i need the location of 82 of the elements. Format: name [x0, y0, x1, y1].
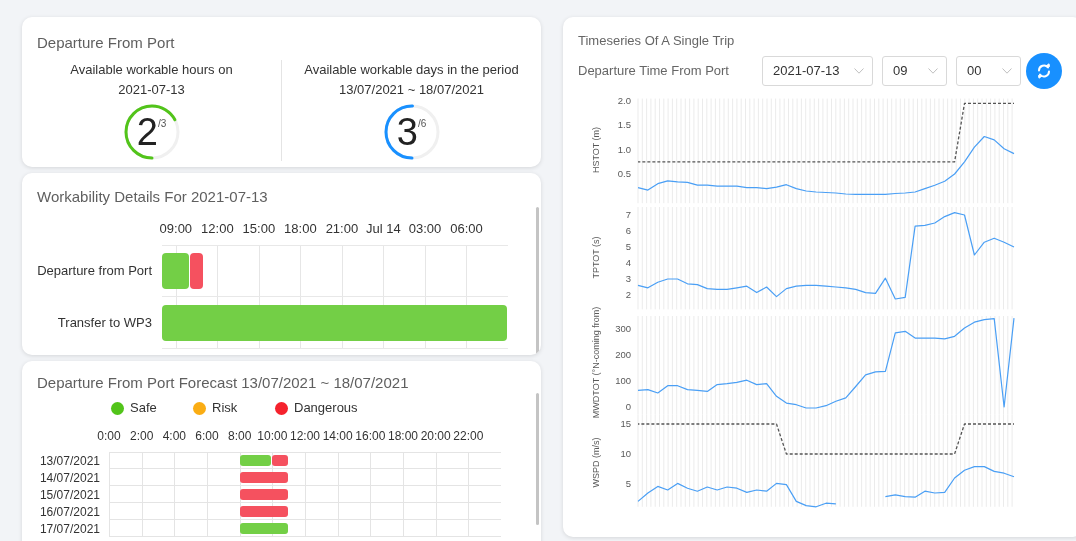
axis-tick-label: 10:00	[257, 428, 288, 444]
card-title: Workability Details For 2021-07-13	[36, 187, 269, 207]
axis-tick-label: 12:00	[201, 221, 234, 237]
axis-title: TPTOT (s)	[591, 236, 601, 279]
axis-tick-label: 7	[625, 209, 631, 220]
field-label: Departure Time From Port	[578, 62, 730, 81]
axis-tick-label: Jul 14	[366, 221, 401, 237]
axis-tick-label: 06:00	[450, 221, 483, 237]
axis-tick-label: 5	[625, 478, 631, 489]
stat-value: 3	[396, 113, 418, 151]
chevron-down-icon	[1002, 68, 1012, 74]
row-label: Departure from Port	[37, 262, 152, 281]
safe-bar	[162, 253, 189, 289]
axis-tick-label: 8:00	[228, 428, 252, 444]
scrollbar[interactable]	[536, 207, 539, 355]
axis-tick-label: 6:00	[195, 428, 219, 444]
refresh-icon	[1036, 63, 1052, 79]
stat-caption: Available workable days in the period	[304, 61, 519, 79]
danger-bar	[239, 472, 288, 483]
card-title: Departure From Port	[36, 33, 176, 53]
axis-tick-label: 1.5	[617, 119, 631, 131]
axis-tick-label: 3	[625, 273, 631, 284]
axis-tick-label: 2.0	[617, 95, 631, 106]
axis-tick-label: 18:00	[388, 428, 418, 444]
danger-bar	[189, 253, 203, 289]
stat-total: /6	[417, 119, 427, 129]
stat-caption: Available workable hours on	[70, 61, 233, 79]
row-label: 14/07/2021	[39, 470, 100, 485]
axis-title: MWDTOT (°N-coming from)	[591, 306, 601, 419]
stat-value: 2	[136, 113, 158, 151]
axis-tick-label: 0.5	[617, 168, 631, 179]
card-title: Timeseries Of A Single Trip	[577, 32, 736, 49]
axis-tick-label: 03:00	[408, 221, 442, 237]
axis-tick-label: 20:00	[420, 428, 451, 444]
row-label: 15/07/2021	[39, 487, 100, 502]
axis-tick-label: 6	[625, 225, 631, 236]
axis-tick-label: 15	[620, 418, 631, 429]
axis-tick-label: 5	[625, 241, 631, 252]
axis-title: WSPD (m/s)	[591, 437, 601, 488]
chevron-down-icon	[928, 68, 938, 74]
stat-caption: 13/07/2021 ~ 18/07/2021	[339, 81, 484, 99]
axis-tick-label: 14:00	[322, 428, 353, 444]
axis-tick-label: 16:00	[355, 428, 386, 444]
axis-tick-label: 4	[625, 257, 631, 268]
select-field[interactable]: 09	[882, 56, 947, 86]
row-label: 17/07/2021	[39, 521, 100, 536]
axis-tick-label: 09:00	[159, 221, 193, 237]
axis-tick-label: 0	[625, 401, 631, 412]
card-title: Departure From Port Forecast 13/07/2021 ~ 18/07/2021	[36, 373, 410, 393]
select-field[interactable]: 00	[956, 56, 1021, 86]
row-label: Transfer to WP3	[57, 314, 152, 333]
stat-total: /3	[157, 119, 167, 129]
axis-tick-label: 200	[615, 349, 631, 360]
axis-tick-label: 2	[625, 289, 631, 300]
legend-label: Risk	[212, 399, 238, 418]
danger-bar	[239, 489, 288, 500]
axis-tick-label: 22:00	[453, 428, 484, 444]
axis-tick-label: 18:00	[284, 221, 317, 237]
axis-tick-label: 21:00	[325, 221, 359, 237]
scrollbar[interactable]	[536, 393, 539, 525]
safe-bar	[239, 523, 288, 534]
axis-tick-label: 10	[620, 448, 631, 459]
danger-bar	[239, 506, 288, 517]
axis-tick-label: 1.0	[617, 143, 631, 155]
select-field[interactable]: 2021-07-13	[762, 56, 873, 86]
axis-tick-label: 2:00	[130, 428, 154, 444]
axis-tick-label: 300	[615, 323, 631, 334]
axis-title: HSTOT (m)	[591, 126, 601, 174]
row-label: 13/07/2021	[39, 453, 100, 468]
axis-tick-label: 15:00	[242, 221, 276, 237]
refresh-button[interactable]	[1026, 53, 1062, 89]
chevron-down-icon	[854, 68, 864, 74]
legend-label: Safe	[130, 399, 157, 418]
danger-bar	[272, 455, 288, 466]
axis-tick-label: 4:00	[162, 428, 186, 444]
axis-tick-label: 100	[615, 375, 631, 386]
legend-label: Dangerous	[294, 399, 358, 418]
row-label: 16/07/2021	[39, 504, 100, 519]
stat-caption: 2021-07-13	[118, 81, 185, 99]
axis-tick-label: 12:00	[290, 428, 320, 444]
safe-bar	[239, 455, 272, 466]
axis-tick-label: 0:00	[97, 428, 121, 444]
